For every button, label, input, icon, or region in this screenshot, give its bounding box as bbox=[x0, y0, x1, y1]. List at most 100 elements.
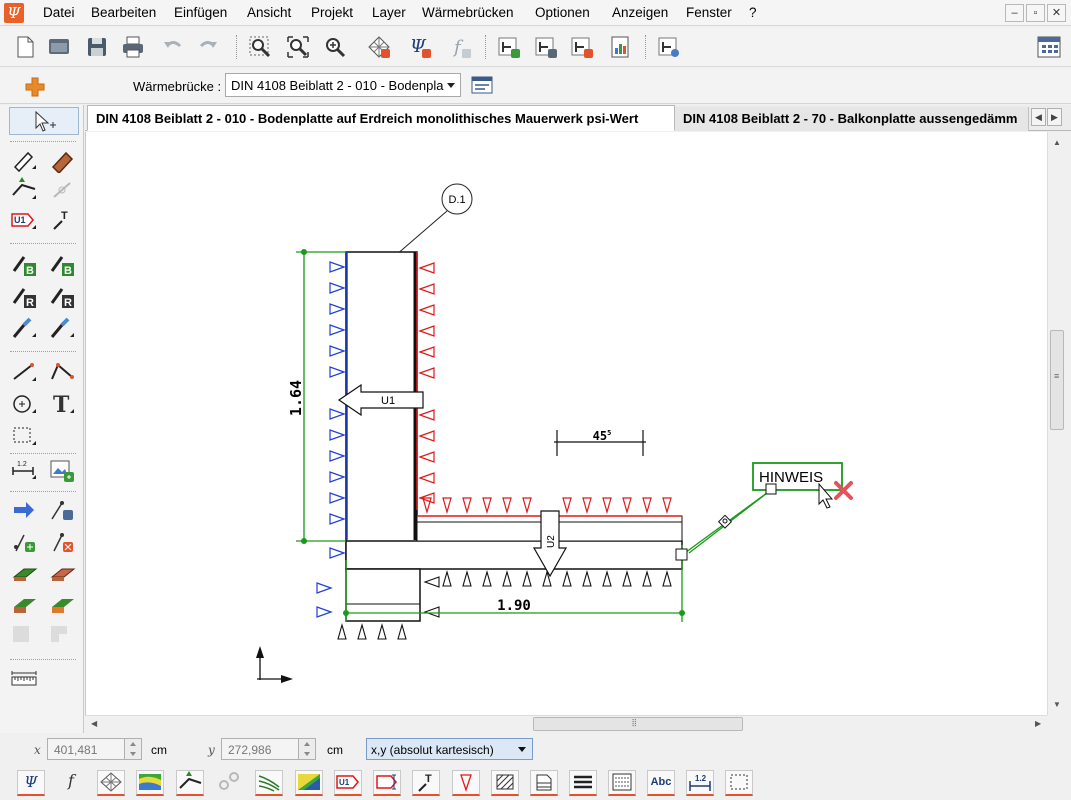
minimize-button[interactable]: – bbox=[1005, 4, 1024, 22]
insert-node-icon[interactable] bbox=[10, 529, 38, 555]
vertical-scrollbar[interactable]: ▲ ≡ ▼ bbox=[1047, 132, 1065, 715]
scroll-right-icon[interactable]: ▶ bbox=[1035, 719, 1041, 728]
table-display-button[interactable] bbox=[608, 770, 636, 796]
material-red-icon[interactable] bbox=[48, 561, 76, 587]
menu-projekt[interactable]: Projekt bbox=[311, 5, 353, 20]
dim-node-right[interactable] bbox=[679, 610, 685, 616]
draw-material-icon[interactable] bbox=[48, 147, 76, 173]
y-coordinate-spinner[interactable] bbox=[298, 738, 316, 760]
tab-scroll-right[interactable]: ▶ bbox=[1047, 108, 1062, 126]
material-green-icon[interactable] bbox=[10, 561, 38, 587]
undo-icon[interactable] bbox=[160, 34, 186, 60]
draw-angle-icon[interactable] bbox=[48, 359, 76, 385]
redo-icon[interactable] bbox=[195, 34, 221, 60]
vertical-scroll-thumb[interactable]: ≡ bbox=[1050, 330, 1064, 430]
boundary-b-alt-icon[interactable]: B bbox=[48, 251, 76, 277]
menu-layer[interactable]: Layer bbox=[372, 5, 406, 20]
new-file-icon[interactable] bbox=[12, 34, 38, 60]
thermal-bridge-select[interactable]: DIN 4108 Beiblatt 2 - 010 - Bodenpla bbox=[225, 73, 461, 97]
f-display-button[interactable]: f bbox=[57, 770, 85, 796]
psi-calc-icon[interactable]: Ψ bbox=[407, 34, 433, 60]
temperature-point-icon[interactable]: T bbox=[48, 207, 76, 233]
edit-layer-icon[interactable] bbox=[533, 34, 559, 60]
leader-end-handle[interactable] bbox=[675, 548, 688, 561]
selection-rect-icon[interactable] bbox=[10, 423, 38, 449]
menu-bearbeiten[interactable]: Bearbeiten bbox=[91, 5, 156, 20]
tab-scroll-left[interactable]: ◀ bbox=[1031, 108, 1046, 126]
layers-display-button[interactable] bbox=[530, 770, 558, 796]
menu-einfuegen[interactable]: Einfügen bbox=[174, 5, 227, 20]
construction-drawing[interactable]: D.1 U1 U2 1.64 1.90 455 HINWEIS bbox=[86, 132, 1048, 715]
layer-green-icon[interactable] bbox=[10, 593, 38, 619]
text-display-button[interactable]: Abc bbox=[647, 770, 675, 796]
insert-image-icon[interactable] bbox=[48, 457, 76, 483]
tab-balkonplatte[interactable]: DIN 4108 Beiblatt 2 - 70 - Balkonplatte … bbox=[675, 107, 1029, 131]
dim-node-bottom[interactable] bbox=[301, 538, 307, 544]
u-value-boundary-icon[interactable]: U1 bbox=[10, 207, 38, 233]
menu-fenster[interactable]: Fenster bbox=[686, 5, 732, 20]
psi-display-button[interactable]: Ψ bbox=[17, 770, 45, 796]
isotherm-display-button[interactable] bbox=[136, 770, 164, 796]
heat-flow-arrow-icon[interactable] bbox=[10, 497, 38, 523]
y-coordinate-input[interactable]: 272,986 bbox=[221, 738, 299, 760]
draw-line-icon[interactable] bbox=[10, 359, 38, 385]
delete-node-icon[interactable] bbox=[48, 529, 76, 555]
scroll-down-icon[interactable]: ▼ bbox=[1053, 700, 1061, 709]
pipette-alt-icon[interactable] bbox=[48, 315, 76, 341]
selection-display-button[interactable] bbox=[725, 770, 753, 796]
boundary-r-icon[interactable]: R bbox=[10, 283, 38, 309]
red-boundary-button[interactable] bbox=[452, 770, 480, 796]
boundary-b-icon[interactable]: B bbox=[10, 251, 38, 277]
f-calc-icon[interactable]: f bbox=[447, 34, 473, 60]
layer-orange-icon[interactable] bbox=[48, 593, 76, 619]
dimension-tool-icon[interactable]: 1.2 bbox=[10, 457, 38, 483]
link-display-button[interactable] bbox=[216, 770, 244, 796]
heatflow-lines-button[interactable] bbox=[255, 770, 283, 796]
zoom-all-icon[interactable] bbox=[285, 34, 311, 60]
tab-bodenplatte[interactable]: DIN 4108 Beiblatt 2 - 010 - Bodenplatte … bbox=[87, 105, 675, 131]
draw-polyline-icon[interactable] bbox=[10, 177, 38, 203]
menu-anzeigen[interactable]: Anzeigen bbox=[612, 5, 668, 20]
properties-icon[interactable] bbox=[471, 76, 493, 94]
x-coordinate-input[interactable]: 401,481 bbox=[47, 738, 125, 760]
add-thermal-bridge-icon[interactable] bbox=[24, 76, 46, 98]
scroll-up-icon[interactable]: ▲ bbox=[1053, 138, 1061, 147]
save-icon[interactable] bbox=[84, 34, 110, 60]
text-tool-icon[interactable]: T bbox=[48, 391, 76, 417]
drawing-canvas[interactable]: D.1 U1 U2 1.64 1.90 455 HINWEIS bbox=[85, 132, 1047, 715]
boundary-conditions-button[interactable] bbox=[373, 770, 401, 796]
boundary-r-alt-icon[interactable]: R bbox=[48, 283, 76, 309]
draw-circle-icon[interactable] bbox=[10, 391, 38, 417]
split-line-icon[interactable] bbox=[48, 177, 76, 203]
zoom-in-icon[interactable] bbox=[322, 34, 348, 60]
hatching-button[interactable] bbox=[491, 770, 519, 796]
app-logo-icon[interactable]: Ψ bbox=[4, 3, 24, 23]
menu-ansicht[interactable]: Ansicht bbox=[247, 5, 291, 20]
temperature-field-button[interactable] bbox=[295, 770, 323, 796]
floor-slab[interactable] bbox=[345, 540, 683, 570]
menu-help[interactable]: ? bbox=[749, 5, 757, 20]
horizontal-scrollbar[interactable]: ◀ ⦙⦙ ▶ bbox=[85, 715, 1047, 731]
menu-waermebruecken[interactable]: Wärmebrücken bbox=[422, 5, 514, 20]
print-icon[interactable] bbox=[120, 34, 146, 60]
lines-display-button[interactable] bbox=[569, 770, 597, 796]
boundary-display-button[interactable] bbox=[176, 770, 204, 796]
pipette-icon[interactable] bbox=[10, 315, 38, 341]
restore-button[interactable]: ▫ bbox=[1026, 4, 1045, 22]
close-button[interactable]: ✕ bbox=[1047, 4, 1066, 22]
delete-layer-icon[interactable] bbox=[569, 34, 595, 60]
x-coordinate-spinner[interactable] bbox=[124, 738, 142, 760]
zoom-window-icon[interactable] bbox=[247, 34, 273, 60]
menu-datei[interactable]: Datei bbox=[43, 5, 75, 20]
hint-handle[interactable] bbox=[765, 483, 777, 495]
layer-settings-icon[interactable] bbox=[656, 34, 682, 60]
menu-optionen[interactable]: Optionen bbox=[535, 5, 590, 20]
add-layer-icon[interactable] bbox=[496, 34, 522, 60]
grid-material-icon[interactable] bbox=[366, 34, 392, 60]
scroll-left-icon[interactable]: ◀ bbox=[91, 719, 97, 728]
ruler-measure-icon[interactable] bbox=[10, 667, 38, 693]
grid-view-icon[interactable] bbox=[1036, 34, 1062, 60]
grid-display-button[interactable] bbox=[97, 770, 125, 796]
add-node-icon[interactable] bbox=[48, 497, 76, 523]
draw-rectangle-icon[interactable] bbox=[10, 147, 38, 173]
